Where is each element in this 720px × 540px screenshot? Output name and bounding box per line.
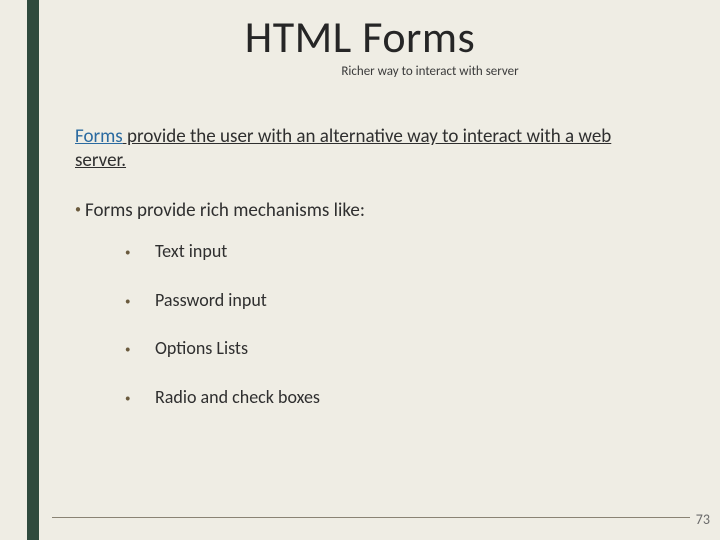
list-item: •Radio and check boxes: [125, 386, 665, 409]
list-item: •Options Lists: [125, 337, 665, 360]
list-item-text: Options Lists: [155, 337, 248, 359]
title-block: HTML Forms Richer way to interact with s…: [0, 10, 720, 79]
footer-divider: [52, 517, 690, 518]
page-number: 73: [696, 511, 710, 528]
list-item: •Text input: [125, 240, 665, 263]
lead-paragraph: Forms provide the user with an alternati…: [75, 125, 665, 173]
list-item-text: Password input: [155, 289, 267, 311]
lead-keyword: Forms: [75, 125, 123, 148]
bullet-icon: •: [125, 392, 155, 406]
body-content: Forms provide the user with an alternati…: [75, 125, 665, 434]
list-item: •Password input: [125, 289, 665, 312]
lead-rest: provide the user with an alternative way…: [75, 125, 611, 172]
bullet-top-text: Forms provide rich mechanisms like:: [85, 199, 365, 222]
bullet-icon: •: [125, 295, 155, 309]
sublist: •Text input •Password input •Options Lis…: [125, 240, 665, 408]
list-item-text: Radio and check boxes: [155, 386, 320, 408]
slide: HTML Forms Richer way to interact with s…: [0, 0, 720, 540]
list-item-text: Text input: [155, 240, 227, 262]
bullet-icon: •: [75, 203, 81, 217]
bullet-icon: •: [125, 343, 155, 357]
bullet-icon: •: [125, 246, 155, 260]
slide-title: HTML Forms: [0, 10, 720, 64]
bullet-top: • Forms provide rich mechanisms like:: [75, 199, 665, 223]
accent-bar: [27, 0, 39, 540]
slide-subtitle: Richer way to interact with server: [0, 64, 720, 79]
